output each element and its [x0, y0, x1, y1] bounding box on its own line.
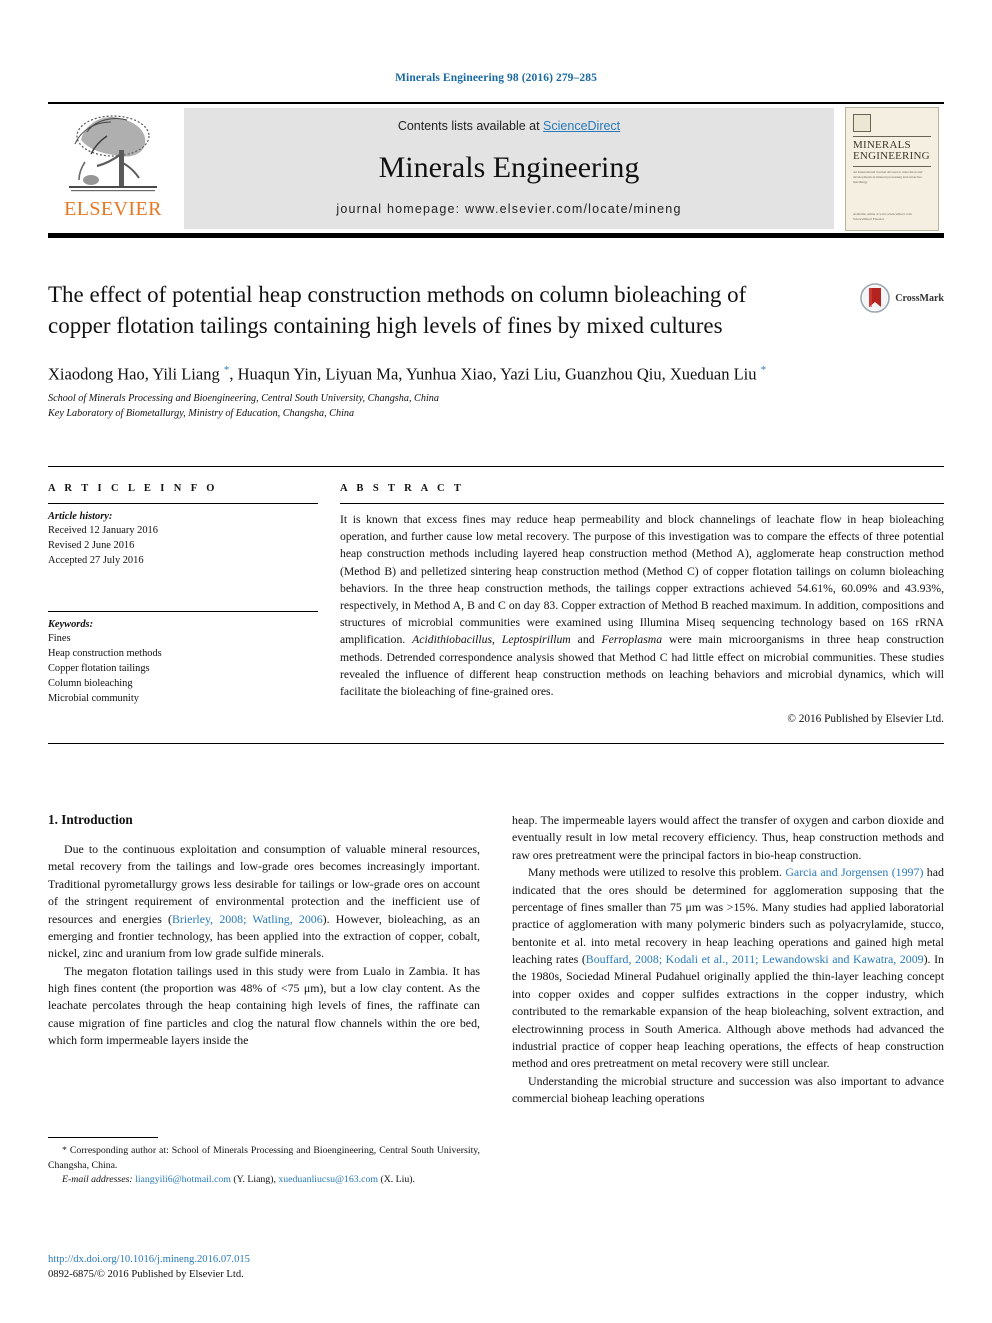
affiliation-2: Key Laboratory of Biometallurgy, Ministr…	[48, 407, 355, 419]
article-info-rule	[48, 503, 318, 504]
contents-prefix: Contents lists available at	[397, 119, 544, 133]
abstract-heading: A B S T R A C T	[340, 483, 465, 494]
author-list: Xiaodong Hao, Yili Liang *, Huaqun Yin, …	[48, 364, 767, 384]
article-history-accepted: Accepted 27 July 2016	[48, 555, 144, 567]
keyword-item: Fines	[48, 632, 71, 644]
paragraph: Understanding the microbial structure an…	[512, 1073, 944, 1105]
body-right-column: heap. The impermeable layers would affec…	[512, 812, 944, 1107]
cover-rule-mid	[853, 165, 931, 167]
sciencedirect-link[interactable]: ScienceDirect	[543, 119, 620, 133]
doi-block: http://dx.doi.org/10.1016/j.mineng.2016.…	[48, 1252, 480, 1283]
paragraph: heap. The impermeable layers would affec…	[512, 813, 944, 862]
doi-link[interactable]: http://dx.doi.org/10.1016/j.mineng.2016.…	[48, 1252, 480, 1267]
title-block: The effect of potential heap constructio…	[48, 280, 944, 422]
crossmark-label: CrossMark	[895, 292, 944, 304]
abstract-rule	[340, 503, 944, 504]
article-history-label: Article history:	[48, 511, 113, 522]
elsevier-wordmark: ELSEVIER	[64, 198, 162, 220]
cover-title-line2: ENGINEERING	[853, 150, 930, 163]
crossmark-badge[interactable]: CrossMark	[860, 283, 944, 313]
keyword-item: Heap construction methods	[48, 647, 162, 659]
elsevier-tree-icon	[69, 115, 157, 192]
body-left-column: 1. Introduction Due to the continuous ex…	[48, 812, 480, 1107]
page-title: The effect of potential heap constructio…	[48, 282, 747, 338]
body-columns: 1. Introduction Due to the continuous ex…	[48, 812, 944, 1107]
keyword-item: Column bioleaching	[48, 678, 133, 690]
paragraph: Many methods were utilized to resolve th…	[512, 865, 944, 1071]
footnote-rule	[48, 1137, 158, 1138]
keyword-item: Microbial community	[48, 693, 139, 705]
paragraph: Due to the continuous exploitation and c…	[48, 842, 480, 961]
abstract-copyright: © 2016 Published by Elsevier Ltd.	[787, 713, 944, 726]
running-head: Minerals Engineering 98 (2016) 279–285	[395, 72, 597, 84]
footnote-block: * Corresponding author at: School of Min…	[48, 1137, 480, 1188]
journal-cover-thumbnail: MINERALS ENGINEERING An International Jo…	[845, 106, 939, 231]
journal-masthead: ELSEVIER Contents lists available at Sci…	[48, 102, 944, 238]
issn-copyright-line: 0892-6875/© 2016 Published by Elsevier L…	[48, 1269, 244, 1281]
keywords-rule	[48, 610, 318, 612]
elsevier-logo: ELSEVIER	[48, 108, 178, 229]
cover-blurb: An International Journal devoted to inno…	[853, 169, 923, 184]
article-info-column: A R T I C L E I N F O Article history: R…	[48, 483, 318, 725]
info-abstract-band: A R T I C L E I N F O Article history: R…	[48, 466, 944, 745]
keyword-item: Copper flotation tailings	[48, 662, 150, 674]
abstract-text: It is known that excess fines may reduce…	[340, 513, 945, 699]
contents-available-line: Contents lists available at ScienceDirec…	[398, 119, 620, 133]
cover-publisher-mark-icon	[853, 113, 871, 132]
paragraph: The megaton flotation tailings used in t…	[48, 963, 480, 1048]
cover-rule-top	[853, 135, 931, 137]
corresponding-author-note: * Corresponding author at: School of Min…	[48, 1145, 480, 1171]
crossmark-icon	[860, 283, 891, 313]
keywords-label: Keywords:	[48, 618, 94, 630]
journal-cover: MINERALS ENGINEERING An International Jo…	[840, 106, 944, 231]
article-history-received: Received 12 January 2016	[48, 525, 158, 536]
abstract-column: A B S T R A C T It is known that excess …	[318, 483, 944, 725]
affiliation-1: School of Minerals Processing and Bioeng…	[48, 393, 439, 405]
article-history-revised: Revised 2 June 2016	[48, 540, 135, 552]
paper-page: Minerals Engineering 98 (2016) 279–285 E…	[0, 0, 992, 1323]
article-info-heading: A R T I C L E I N F O	[48, 483, 218, 494]
journal-homepage[interactable]: journal homepage: www.elsevier.com/locat…	[336, 202, 681, 216]
email-addresses-note: E-mail addresses: liangyili6@hotmail.com…	[62, 1174, 416, 1186]
cover-footer: Available online at www.sciencedirect.co…	[853, 211, 912, 222]
contents-panel: Contents lists available at ScienceDirec…	[184, 108, 834, 229]
section-heading-introduction: 1. Introduction	[48, 812, 133, 827]
journal-title: Minerals Engineering	[378, 150, 640, 184]
